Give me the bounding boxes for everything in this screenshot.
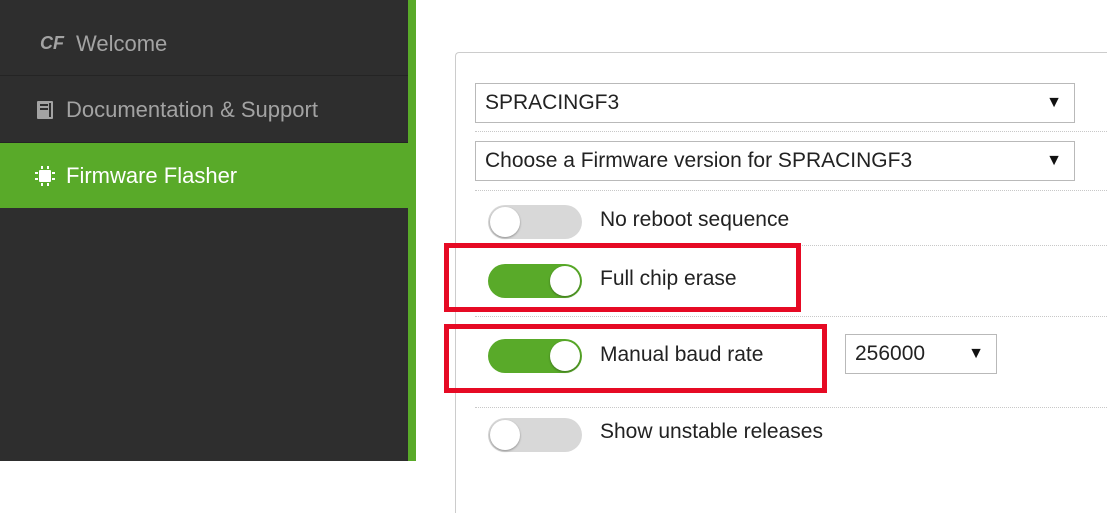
- dropdown-arrow-icon: ▼: [1046, 94, 1062, 111]
- sidebar-item-documentation[interactable]: Documentation & Support: [0, 77, 408, 143]
- baud-rate-value: 256000: [855, 342, 926, 365]
- sidebar-item-label: Welcome: [76, 30, 168, 56]
- board-select[interactable]: SPRACINGF3 ▼: [475, 83, 1075, 123]
- sidebar-item-label: Documentation & Support: [66, 96, 318, 122]
- firmware-select-value: Choose a Firmware version for SPRACINGF3: [485, 149, 913, 172]
- row-divider: [475, 190, 1107, 191]
- sidebar: CF Welcome Documentation & Support Firmw…: [0, 0, 408, 461]
- no-reboot-sequence-label: No reboot sequence: [600, 208, 790, 231]
- row-divider: [475, 316, 1107, 317]
- no-reboot-sequence-toggle[interactable]: [488, 205, 582, 239]
- dropdown-arrow-icon: ▼: [968, 345, 984, 362]
- show-unstable-releases-label: Show unstable releases: [600, 420, 823, 443]
- highlight-box-manual-baud-rate: [444, 324, 827, 393]
- sidebar-accent-border: [408, 0, 416, 461]
- cf-logo-icon: CF: [40, 33, 64, 53]
- baud-rate-select[interactable]: 256000 ▼: [845, 334, 997, 374]
- sidebar-item-label: Firmware Flasher: [66, 162, 238, 188]
- highlight-box-full-chip-erase: [444, 243, 801, 312]
- sidebar-item-firmware-flasher[interactable]: Firmware Flasher: [0, 143, 408, 208]
- firmware-version-select[interactable]: Choose a Firmware version for SPRACINGF3…: [475, 141, 1075, 181]
- toggle-knob: [490, 420, 520, 450]
- row-divider: [475, 131, 1107, 132]
- book-icon: [34, 100, 56, 120]
- board-select-value: SPRACINGF3: [485, 91, 620, 114]
- sidebar-item-welcome[interactable]: CF Welcome: [0, 12, 408, 76]
- row-divider: [475, 407, 1107, 408]
- dropdown-arrow-icon: ▼: [1046, 152, 1062, 169]
- chip-icon: [34, 165, 56, 186]
- show-unstable-releases-toggle[interactable]: [488, 418, 582, 452]
- toggle-knob: [490, 207, 520, 237]
